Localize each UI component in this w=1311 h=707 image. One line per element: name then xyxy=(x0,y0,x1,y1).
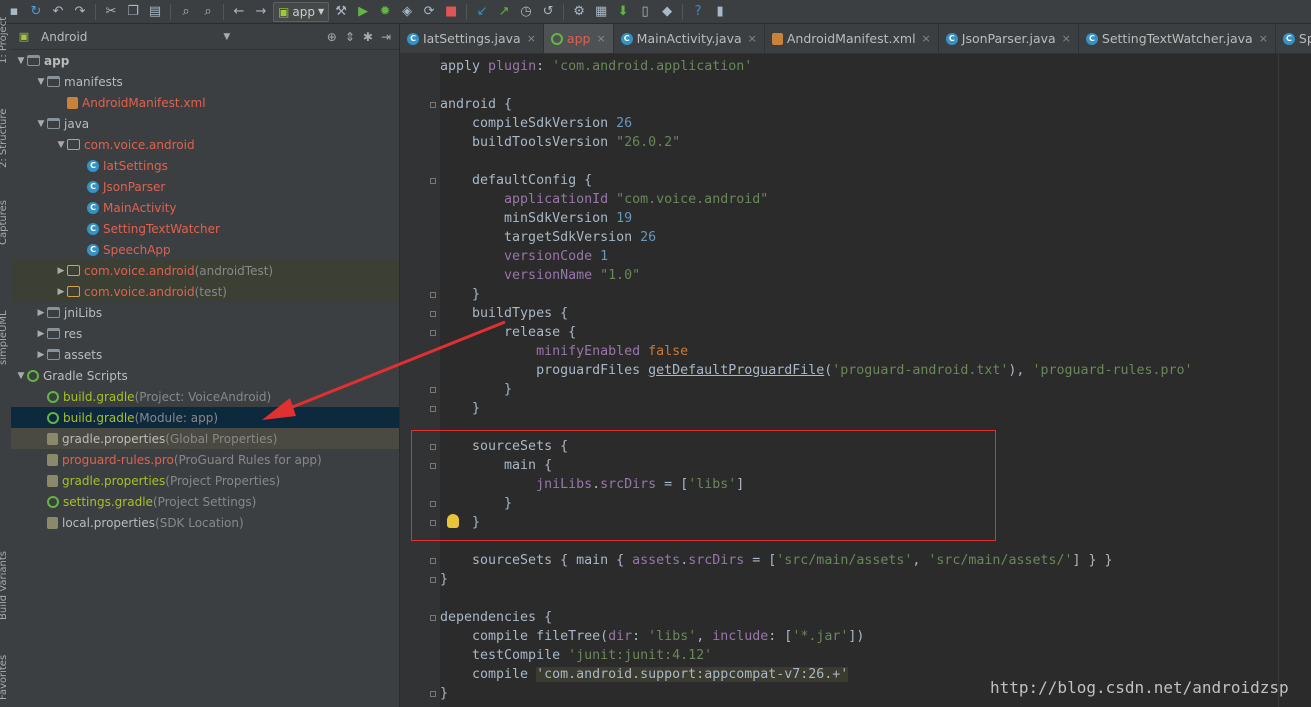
annotation-arrow xyxy=(262,320,506,420)
watermark: http://blog.csdn.net/androidzsp xyxy=(990,678,1289,697)
